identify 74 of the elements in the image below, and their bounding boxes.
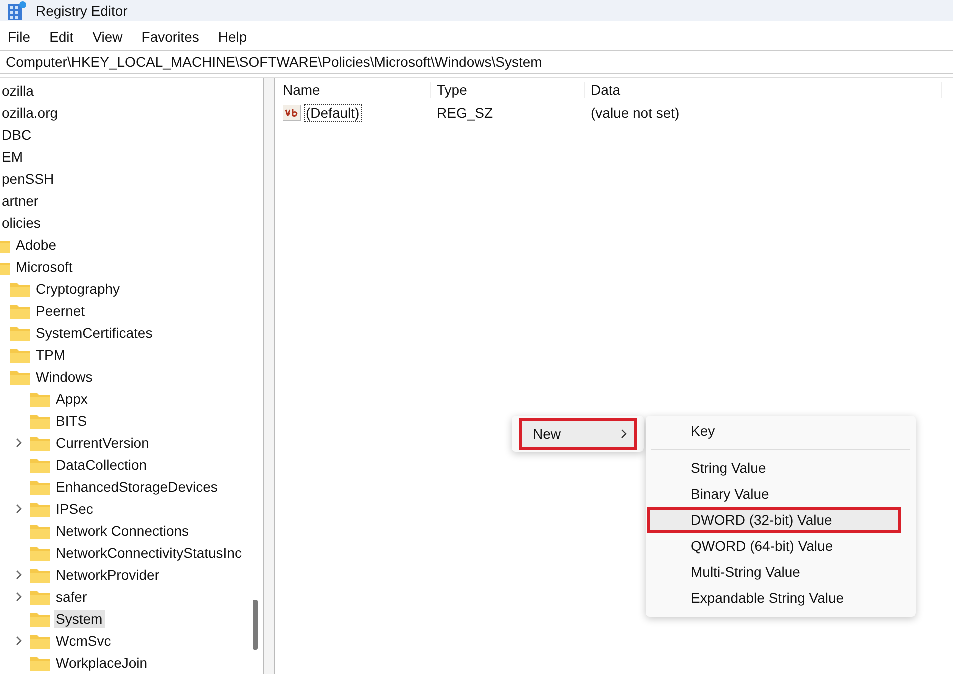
folder-icon [30,545,50,561]
tree-item[interactable]: IPSec [54,500,96,518]
tree-item[interactable]: ozilla.org [0,104,60,122]
tree-item[interactable]: DBC [0,126,34,144]
tree-item[interactable]: olicies [0,214,43,232]
folder-icon [10,325,30,341]
folder-icon [30,589,50,605]
address-bar[interactable]: Computer\HKEY_LOCAL_MACHINE\SOFTWARE\Policies\Microsoft\Windows\System [0,50,953,74]
tree-item[interactable]: EnhancedStorageDevices [54,478,220,496]
menu-item[interactable]: Favorites [142,28,200,45]
table-cell[interactable]: (Default) [304,104,362,122]
column-header[interactable]: Type [430,82,584,98]
tree-item[interactable]: Adobe [14,236,58,254]
tree-item[interactable]: System [54,610,105,628]
tree-item[interactable]: Windows [34,368,95,386]
scrollbar-thumb[interactable] [253,600,258,650]
menu-item[interactable]: Key [647,418,915,444]
tree-item[interactable]: DataCollection [54,456,150,474]
tree-item[interactable]: BITS [54,412,90,430]
tree-item[interactable]: TPM [34,346,68,364]
folder-icon [10,303,30,319]
tree-item[interactable]: CurrentVersion [54,434,152,452]
folder-icon [30,633,50,649]
tree-item[interactable]: safer [54,588,90,606]
folder-icon [30,479,50,495]
folder-icon [30,391,50,407]
folder-icon [10,281,30,297]
menu-item[interactable]: DWORD (32-bit) Value [647,507,901,533]
tree-item[interactable]: Appx [54,390,90,408]
menu-item[interactable]: Expandable String Value [647,585,915,611]
tree-item[interactable]: EM [0,148,25,166]
folder-icon [10,369,30,385]
tree-item[interactable]: penSSH [0,170,56,188]
folder-icon [30,501,50,517]
chevron-right-icon[interactable] [15,504,23,514]
tree-item[interactable]: Peernet [34,302,88,320]
menu-item[interactable]: File [8,28,31,45]
tree-item[interactable]: Network Connections [54,522,192,540]
table-cell-text: REG_SZ [436,105,494,121]
chevron-right-icon[interactable] [15,438,23,448]
column-header[interactable]: Name [275,82,430,98]
tree-item[interactable]: ozilla [0,82,36,100]
menu-item[interactable]: QWORD (64-bit) Value [647,533,915,559]
folder-icon [30,457,50,473]
table-cell-text: (value not set) [590,105,681,121]
folder-icon [30,567,50,583]
tree-item[interactable]: WorkplaceJoin [54,654,150,672]
folder-icon [10,347,30,363]
tree-item[interactable]: WcmSvc [54,632,114,650]
tree-item[interactable]: NetworkConnectivityStatusInc [54,544,244,562]
menu-item[interactable]: Binary Value [647,481,915,507]
registry-cubes-icon [7,0,27,21]
menu-item[interactable]: Edit [50,28,74,45]
tree-item[interactable]: Microsoft [14,258,75,276]
string-value-icon [283,105,301,121]
menu-item[interactable]: Help [218,28,248,45]
folder-icon [30,611,50,627]
menu-item[interactable]: Multi-String Value [647,559,915,585]
menu-item[interactable]: View [92,28,123,45]
folder-icon [30,523,50,539]
folder-icon [30,413,50,429]
tree-item[interactable]: SystemCertificates [34,324,155,342]
tree-item[interactable]: NetworkProvider [54,566,162,584]
tree-item[interactable]: artner [0,192,41,210]
chevron-right-icon[interactable] [15,570,23,580]
menu-item[interactable]: New [519,418,637,450]
chevron-right-icon[interactable] [15,636,23,646]
chevron-right-icon[interactable] [15,592,23,602]
menu-item[interactable]: String Value [647,455,915,481]
folder-icon [30,655,50,671]
column-header[interactable]: Data [584,82,942,98]
folder-icon [30,435,50,451]
tree-item[interactable]: Cryptography [34,280,122,298]
window-title: Registry Editor [36,2,128,19]
